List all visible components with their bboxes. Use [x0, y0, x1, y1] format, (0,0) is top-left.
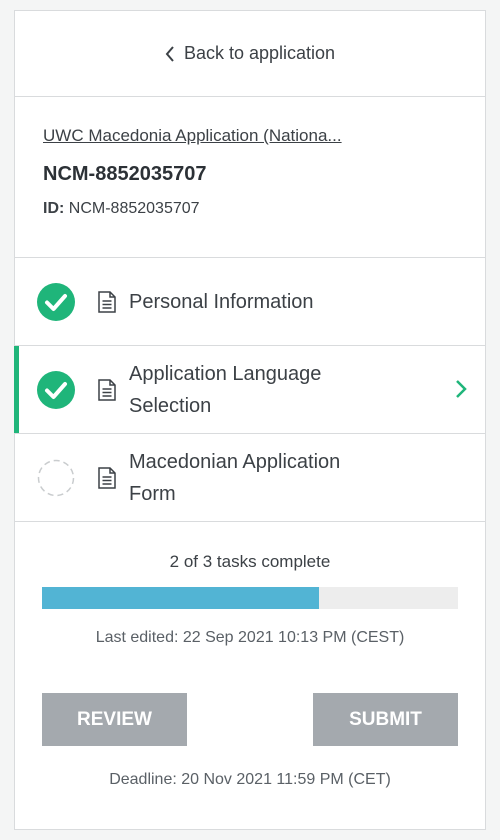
back-to-application-link[interactable]: Back to application — [15, 11, 485, 97]
application-info: UWC Macedonia Application (Nationa... NC… — [15, 97, 485, 258]
application-id: ID: NCM-8852035707 — [43, 200, 485, 218]
chevron-right-icon — [456, 380, 467, 398]
deadline: Deadline: 20 Nov 2021 11:59 PM (CET) — [109, 771, 391, 788]
document-icon — [98, 467, 116, 489]
incomplete-circle-icon — [37, 459, 75, 497]
task-label: Personal Information — [129, 291, 314, 313]
check-circle-icon — [37, 371, 75, 409]
last-edited: Last edited: 22 Sep 2021 10:13 PM (CEST) — [95, 629, 405, 646]
document-icon — [98, 379, 116, 401]
chevron-left-icon — [165, 45, 174, 62]
application-link[interactable]: UWC Macedonia Application (Nationa... — [43, 126, 383, 146]
back-label: Back to application — [183, 43, 336, 63]
task-panel: Back to application UWC Macedonia Applic… — [14, 10, 486, 830]
submit-button[interactable]: SUBMIT — [313, 693, 458, 746]
progress-summary: 2 of 3 tasks complete Last edited: 22 Se… — [15, 522, 485, 789]
task-item-personal-information[interactable]: Personal Information — [15, 258, 485, 346]
id-value: NCM-8852035707 — [68, 200, 200, 217]
task-item-application-language-selection[interactable]: Application Language Selection — [14, 346, 485, 434]
progress-bar — [42, 587, 458, 609]
task-label: Macedonian Application Form — [129, 451, 341, 505]
review-button[interactable]: REVIEW — [42, 693, 187, 746]
progress-text: 2 of 3 tasks complete — [169, 552, 331, 571]
application-code: NCM-8852035707 — [43, 163, 207, 185]
id-label: ID: — [43, 200, 65, 217]
task-label: Application Language Selection — [129, 363, 322, 417]
progress-bar-fill — [42, 587, 320, 609]
action-buttons: REVIEW SUBMIT — [15, 693, 485, 746]
check-circle-icon — [37, 283, 75, 321]
document-icon — [98, 291, 116, 313]
task-item-macedonian-application-form[interactable]: Macedonian Application Form — [15, 434, 485, 522]
